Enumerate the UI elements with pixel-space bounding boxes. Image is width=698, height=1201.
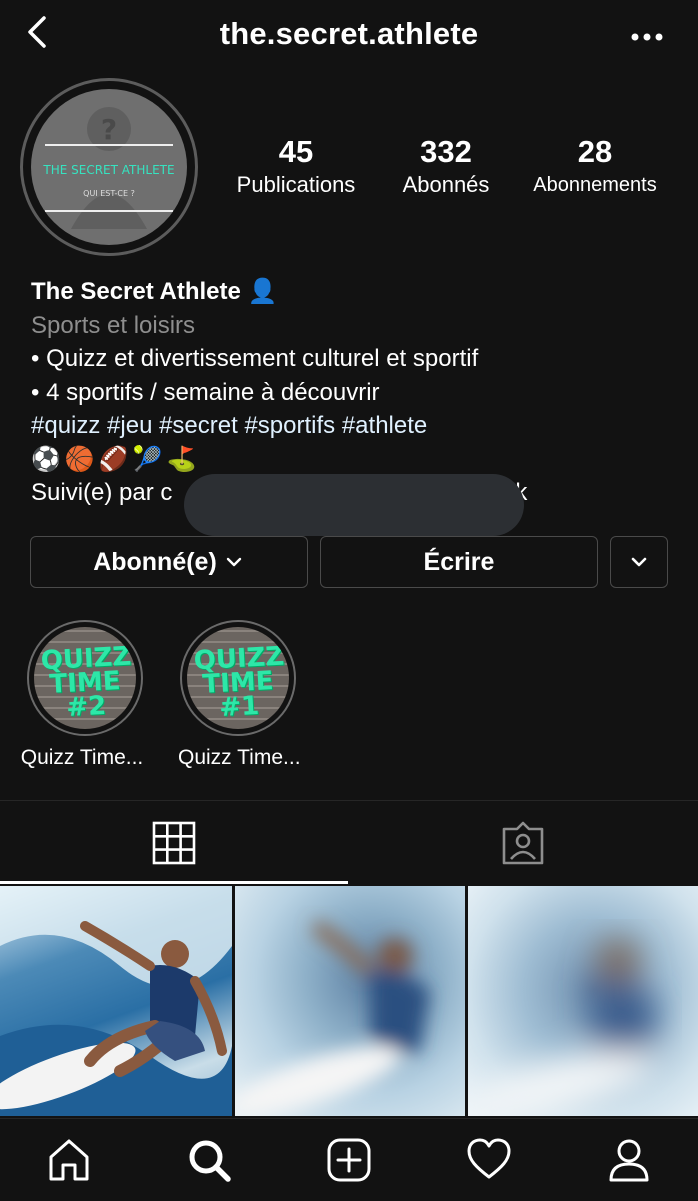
profile-category: Sports et loisirs	[31, 312, 196, 339]
suggested-accounts-button[interactable]	[610, 536, 668, 588]
stat-publications-label: Publications	[236, 172, 356, 197]
redaction-overlay	[184, 474, 524, 536]
basketball-emoji: 🏀	[64, 446, 95, 473]
tennis-ball-emoji: 🎾	[132, 446, 163, 473]
highlight-ring: QUIZZ TIME #1	[180, 620, 296, 736]
highlight-label: Quizz Time...	[178, 746, 301, 769]
stat-followers-count: 332	[420, 134, 472, 169]
tab-tagged[interactable]	[348, 802, 698, 884]
tab-posts-grid[interactable]	[0, 802, 348, 884]
tagged-person-icon	[502, 821, 544, 865]
highlight-ring: QUIZZ TIME #2	[27, 620, 143, 736]
highlight-cover-text: QUIZZ TIME #2	[40, 641, 133, 723]
search-icon[interactable]	[186, 1137, 232, 1183]
home-icon[interactable]	[46, 1137, 92, 1183]
followed-by-prefix: Suivi(e) par c	[31, 479, 173, 506]
chevron-down-icon	[631, 557, 647, 567]
stat-publications-count: 45	[278, 134, 314, 169]
bio-line-1: • Quizz et divertissement culturel et sp…	[31, 345, 479, 372]
grid-icon	[152, 821, 196, 865]
bottom-navigation	[0, 1118, 698, 1201]
avatar-text-sub: QUI EST-CE ?	[83, 189, 135, 198]
golf-flag-emoji: ⛳	[166, 446, 197, 473]
stat-followers-label: Abonnés	[402, 172, 490, 197]
stat-following[interactable]: 28 Abonnements	[522, 134, 668, 200]
profile-icon[interactable]	[606, 1137, 652, 1183]
profile-display-name: The Secret Athlete 👤	[31, 278, 278, 305]
story-highlight[interactable]: QUIZZ TIME #1 Quizz Time...	[178, 620, 301, 770]
active-tab-indicator	[0, 881, 348, 884]
soccer-ball-emoji: ⚽	[31, 446, 61, 473]
stat-following-label: Abonnements	[533, 174, 657, 196]
stat-followers[interactable]: 332 Abonnés	[382, 134, 510, 200]
story-highlight[interactable]: QUIZZ TIME #2 Quizz Time...	[21, 620, 145, 770]
football-emoji: 🏈	[98, 446, 129, 473]
highlight-cover: QUIZZ TIME #1	[187, 627, 289, 729]
bio-hashtags[interactable]: #quizz #jeu #secret #sportifs #athlete	[31, 409, 427, 443]
avatar-text-main: THE SECRET ATHLETE	[43, 163, 175, 177]
profile-avatar[interactable]: ? THE SECRET ATHLETE QUI EST-CE ?	[20, 78, 198, 256]
bio-line-2: • 4 sportifs / semaine à découvrir	[31, 379, 380, 406]
highlight-cover: QUIZZ TIME #2	[34, 627, 136, 729]
following-button-label: Abonné(e)	[93, 547, 217, 576]
avatar-image: ? THE SECRET ATHLETE QUI EST-CE ?	[31, 89, 187, 245]
tab-divider	[0, 800, 698, 801]
highlight-cover-text: QUIZZ TIME #1	[193, 641, 286, 723]
post-thumbnail[interactable]	[235, 886, 465, 1116]
profile-header: the.secret.athlete	[0, 0, 698, 72]
stat-publications[interactable]: 45 Publications	[222, 134, 370, 200]
svg-text:?: ?	[101, 113, 117, 146]
back-arrow-icon[interactable]	[18, 14, 58, 54]
following-button[interactable]: Abonné(e)	[30, 536, 308, 588]
post-thumbnail[interactable]	[468, 886, 698, 1116]
bio-emojis: ⚽ 🏀 🏈 🎾 ⛳	[31, 443, 196, 477]
heart-icon[interactable]	[466, 1137, 512, 1183]
more-options-icon[interactable]	[626, 22, 670, 52]
new-post-icon[interactable]	[326, 1137, 372, 1183]
profile-username: the.secret.athlete	[219, 16, 479, 51]
highlight-label: Quizz Time...	[20, 746, 144, 769]
message-button-label: Écrire	[423, 547, 495, 576]
message-button[interactable]: Écrire	[320, 536, 598, 588]
post-thumbnail[interactable]	[0, 886, 232, 1116]
stat-following-count: 28	[577, 134, 613, 169]
chevron-down-icon	[226, 557, 241, 567]
